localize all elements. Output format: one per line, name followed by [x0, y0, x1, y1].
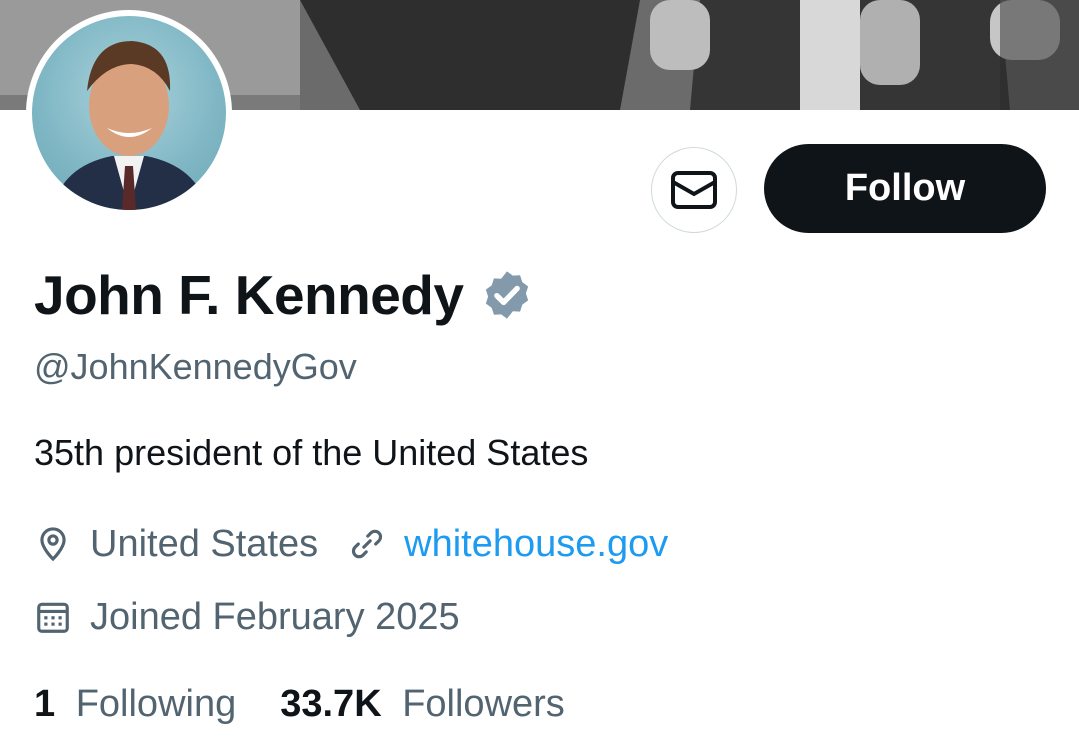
- profile-bio: 35th president of the United States: [34, 432, 589, 473]
- followers-count: 33.7K: [280, 683, 382, 725]
- link-icon: [352, 529, 383, 559]
- followers-label: Followers: [402, 683, 565, 725]
- calendar-icon: [37, 602, 69, 633]
- location-text: United States: [90, 522, 319, 565]
- location-pin-icon: [40, 527, 66, 562]
- follow-button[interactable]: Follow: [764, 144, 1046, 233]
- avatar-photo: [32, 16, 226, 210]
- user-handle: @JohnKennedyGov: [34, 346, 357, 387]
- verified-badge-icon[interactable]: [480, 268, 534, 322]
- joined-date: Joined February 2025: [90, 595, 460, 638]
- envelope-icon: [671, 171, 717, 209]
- joined-row: Joined February 2025: [34, 594, 460, 640]
- profile-meta-row: United States whitehouse.gov: [34, 521, 668, 567]
- following-stat[interactable]: 1 Following: [34, 683, 236, 726]
- follow-stats: 1 Following 33.7K Followers: [34, 683, 609, 726]
- name-row: John F. Kennedy: [34, 262, 534, 328]
- profile-avatar[interactable]: [26, 10, 232, 216]
- website-link[interactable]: whitehouse.gov: [404, 523, 668, 566]
- message-button[interactable]: [651, 147, 737, 233]
- followers-stat[interactable]: 33.7K Followers: [280, 683, 565, 726]
- display-name: John F. Kennedy: [34, 264, 464, 326]
- following-count: 1: [34, 683, 56, 725]
- following-label: Following: [75, 683, 237, 725]
